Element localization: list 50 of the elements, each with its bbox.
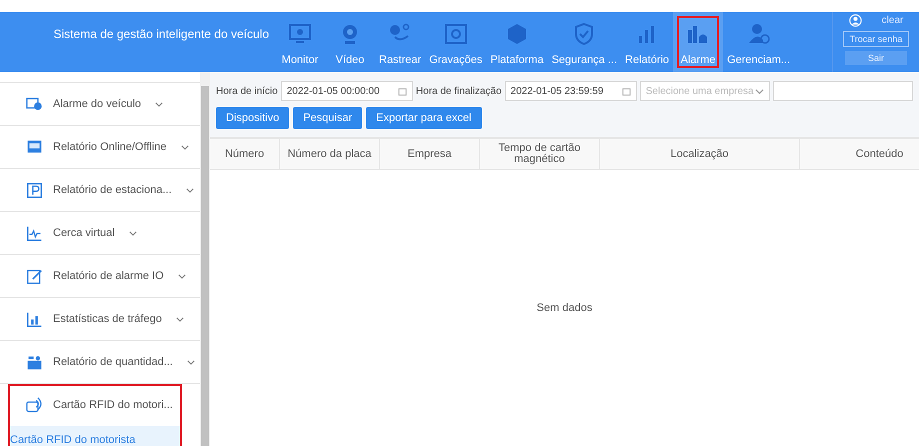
nav-tab[interactable]: Monitor [275, 12, 325, 72]
column-header: Número da placa [280, 139, 380, 169]
rfid-icon [26, 396, 43, 414]
action-button[interactable]: Pesquisar [293, 107, 362, 129]
scrollbar[interactable] [200, 72, 210, 446]
empty-message: Sem dados [536, 302, 592, 314]
nav-tab[interactable]: Gerenciam... [723, 12, 794, 72]
chevron-icon [178, 274, 186, 278]
end-time-label: Hora de finalização [416, 86, 502, 96]
logout-button[interactable]: Sair [845, 51, 907, 65]
chevron-icon [755, 86, 764, 96]
user-icon [746, 22, 771, 46]
company-select[interactable]: Selecione uma empresa [640, 81, 770, 101]
nav-tab[interactable]: Rastrear [375, 12, 426, 72]
column-header: Número [210, 139, 280, 169]
chevron-icon [180, 144, 189, 150]
nav-tab[interactable]: Relatório [621, 12, 674, 72]
submenu-item[interactable]: Cartão RFID do motorista [8, 426, 182, 446]
column-header: Conteúdo [800, 139, 919, 169]
monitor-icon [288, 22, 312, 46]
column-header: Tempo de cartão magnético [480, 139, 600, 169]
user-name: clear [882, 15, 904, 26]
chevron-icon [128, 230, 137, 236]
app-title: Sistema de gestão inteligente do veículo [52, 27, 270, 41]
start-time-label: Hora de início [216, 86, 278, 96]
nav-tab[interactable]: Alarme [673, 12, 724, 72]
screen-icon [26, 138, 43, 156]
chevron-icon [155, 102, 164, 106]
nav-tab[interactable]: Segurança ... [548, 12, 622, 72]
chevron-icon [186, 360, 195, 364]
parking-icon [26, 182, 43, 198]
start-time-field[interactable]: 2022-01-05 00:00:00 [280, 81, 413, 101]
chevron-icon [176, 316, 184, 322]
nav-tab[interactable]: Vídeo [325, 12, 375, 72]
calendar-icon [622, 86, 631, 96]
calendar-icon [398, 86, 407, 96]
input-field[interactable] [773, 81, 914, 101]
bars-icon [26, 310, 43, 328]
change-password-button[interactable]: Trocar senha [842, 31, 910, 47]
end-time-field[interactable]: 2022-01-05 23:59:59 [504, 81, 637, 101]
wave-icon [26, 224, 43, 242]
action-button[interactable]: Exportar para excel [366, 107, 482, 129]
avatar-icon [848, 14, 862, 27]
nav-tab[interactable]: Gravações [425, 12, 486, 72]
column-header: Localização [600, 139, 800, 169]
chevron-icon [186, 188, 194, 192]
action-button[interactable]: Dispositivo [216, 107, 290, 129]
column-header: Empresa [380, 139, 480, 169]
nav-tab[interactable]: Plataforma [486, 12, 548, 72]
edit-icon [26, 268, 43, 284]
